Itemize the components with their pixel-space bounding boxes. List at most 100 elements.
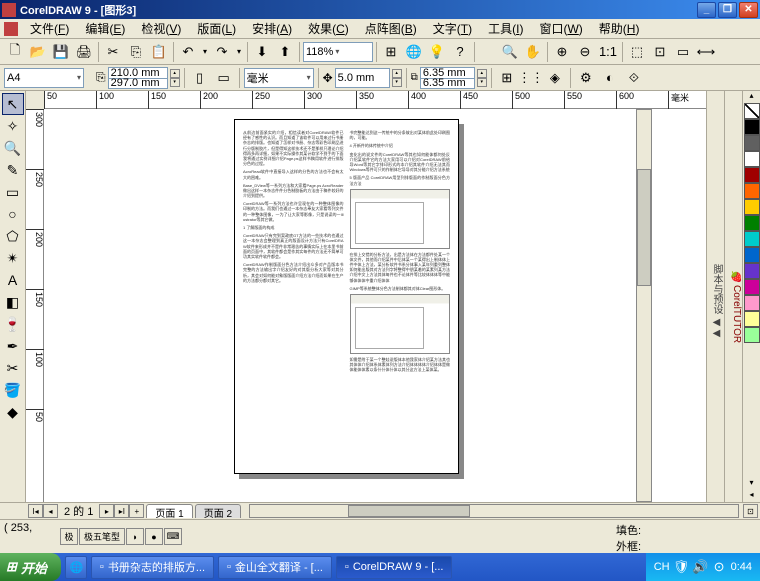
export-button[interactable]: ⬆	[274, 41, 296, 63]
ellipse-tool[interactable]: ○	[2, 203, 24, 225]
page-tab-1[interactable]: 页面 1	[146, 504, 192, 518]
units-combo[interactable]: 毫米▾	[244, 68, 314, 88]
zoom-page-button[interactable]: ▭	[672, 41, 694, 63]
menu-item[interactable]: 窗口(W)	[531, 18, 590, 39]
ime-mode-1[interactable]: ◗	[126, 528, 144, 545]
tray-icon-2[interactable]: 🔊	[693, 560, 708, 575]
menu-item[interactable]: 检视(V)	[133, 18, 189, 39]
start-button[interactable]: ⊞ 开始	[0, 553, 61, 581]
ime-toolbar[interactable]: 极 极五笔型 ◗ ● ⌨	[60, 528, 182, 545]
text-tool[interactable]: A	[2, 269, 24, 291]
ime-keyboard[interactable]: ⌨	[164, 528, 182, 545]
zoom-in-button[interactable]: ⊕	[551, 41, 573, 63]
clock[interactable]: 0:44	[731, 561, 752, 573]
new-button[interactable]: 🗋	[4, 41, 26, 63]
portrait-button[interactable]: ▯	[189, 67, 211, 89]
palette-up[interactable]: ▴	[743, 91, 760, 103]
width-up[interactable]: ▴	[170, 69, 180, 78]
tray-icon-3[interactable]: ⊙	[712, 560, 727, 575]
color-swatch[interactable]	[744, 327, 760, 343]
dynamic-guides-button[interactable]: ⟐	[623, 67, 645, 89]
color-swatch[interactable]	[744, 183, 760, 199]
snap-grid-button[interactable]: ⊞	[496, 67, 518, 89]
color-swatch[interactable]	[744, 263, 760, 279]
width-down[interactable]: ▾	[170, 78, 180, 87]
polygon-tool[interactable]: ⬠	[2, 225, 24, 247]
menu-item[interactable]: 工具(I)	[480, 18, 531, 39]
taskbar-button[interactable]: ▫书册杂志的排版方...	[91, 556, 214, 579]
zoom-tool-button[interactable]: 🔍	[499, 41, 521, 63]
nudge-down[interactable]: ▾	[392, 78, 402, 87]
treat-as-filled-button[interactable]: ◐	[599, 67, 621, 89]
cut-button[interactable]: ✂	[102, 41, 124, 63]
dup-x-input[interactable]: 6.35 mm	[420, 67, 475, 78]
interactive-tool[interactable]: ◆	[2, 401, 24, 423]
vertical-ruler[interactable]: 30025020015010050	[26, 109, 44, 502]
palette-flyout[interactable]: ◂	[743, 490, 760, 502]
import-button[interactable]: ⬇	[251, 41, 273, 63]
color-swatch[interactable]	[744, 119, 760, 135]
page[interactable]: 从前边前面紧实的介绍，相信读者对CorelDRAW软件已经有了感性的认识。而且知…	[234, 119, 459, 474]
paste-button[interactable]: 📋	[148, 41, 170, 63]
lang-indicator[interactable]: CH	[654, 561, 670, 573]
shape-tool[interactable]: ✧	[2, 115, 24, 137]
redo-dropdown[interactable]: ▾	[234, 41, 244, 63]
color-swatch[interactable]	[744, 199, 760, 215]
zoom-fit-button[interactable]: ⊡	[649, 41, 671, 63]
first-page-button[interactable]: I◂	[28, 504, 43, 518]
dup-up[interactable]: ▴	[477, 69, 487, 78]
zoom-selection-button[interactable]: ⬚	[626, 41, 648, 63]
save-button[interactable]: 💾	[50, 41, 72, 63]
outline-tool[interactable]: ✂	[2, 357, 24, 379]
navigator-button[interactable]: ⊡	[743, 504, 758, 518]
menu-item[interactable]: 文件(F)	[22, 18, 77, 39]
whats-this-button[interactable]: 💡	[426, 41, 448, 63]
pan-button[interactable]: ✋	[522, 41, 544, 63]
interactive-transparency-tool[interactable]: 🍷	[2, 313, 24, 335]
print-button[interactable]: 🖨	[73, 41, 95, 63]
canvas[interactable]: 从前边前面紧实的介绍，相信读者对CorelDRAW软件已经有了感性的认识。而且知…	[44, 109, 706, 502]
fill-tool[interactable]: 🪣	[2, 379, 24, 401]
zoom-width-button[interactable]: ⟷	[695, 41, 717, 63]
color-swatch[interactable]	[744, 247, 760, 263]
open-button[interactable]: 📂	[27, 41, 49, 63]
docker-scripts[interactable]: 脚本与预设 ◀◀	[706, 91, 724, 502]
color-swatch[interactable]	[744, 295, 760, 311]
spiral-tool[interactable]: ✴	[2, 247, 24, 269]
zoom-out-button[interactable]: ⊖	[574, 41, 596, 63]
menu-item[interactable]: 编辑(E)	[77, 18, 133, 39]
zoom-actual-button[interactable]: 1:1	[597, 41, 619, 63]
help-button[interactable]: ?	[449, 41, 471, 63]
options-button[interactable]: ⚙	[575, 67, 597, 89]
next-page-button[interactable]: ▸	[99, 504, 114, 518]
menu-item[interactable]: 帮助(H)	[591, 18, 648, 39]
page-width-input[interactable]: 210.0 mm	[108, 67, 168, 78]
ime-mode-2[interactable]: ●	[145, 528, 163, 545]
interactive-fill-tool[interactable]: ◧	[2, 291, 24, 313]
prev-page-button[interactable]: ◂	[43, 504, 58, 518]
freehand-tool[interactable]: ✎	[2, 159, 24, 181]
docker-tutor[interactable]: 🍓 CorelTUTOR	[724, 91, 742, 502]
color-swatch[interactable]	[744, 167, 760, 183]
paper-size-combo[interactable]: A4▾	[4, 68, 84, 88]
color-swatch[interactable]	[744, 151, 760, 167]
menu-item[interactable]: 版面(L)	[189, 18, 244, 39]
page-height-input[interactable]: 297.0 mm	[108, 78, 168, 89]
taskbar-button[interactable]: ▫金山全文翻译 - [...	[218, 556, 332, 579]
menu-item[interactable]: 安排(A)	[244, 18, 300, 39]
hscroll-thumb[interactable]	[348, 505, 470, 517]
color-swatch[interactable]	[744, 231, 760, 247]
taskbar-button[interactable]: ▫CorelDRAW 9 - [...	[336, 556, 453, 579]
snap-obj-button[interactable]: ◈	[544, 67, 566, 89]
pick-tool[interactable]: ↖	[2, 93, 24, 115]
menu-item[interactable]: 效果(C)	[300, 18, 357, 39]
palette-down[interactable]: ▾	[743, 478, 760, 490]
nudge-up[interactable]: ▴	[392, 69, 402, 78]
add-page-button[interactable]: +	[129, 504, 144, 518]
color-swatch[interactable]	[744, 311, 760, 327]
nudge-input[interactable]: 5.0 mm	[335, 68, 390, 88]
copy-button[interactable]: ⎘	[125, 41, 147, 63]
last-page-button[interactable]: ▸I	[114, 504, 129, 518]
horizontal-ruler[interactable]: 50100150200250300350400450500550600毫米	[44, 91, 706, 109]
close-button[interactable]: ✕	[739, 2, 758, 18]
